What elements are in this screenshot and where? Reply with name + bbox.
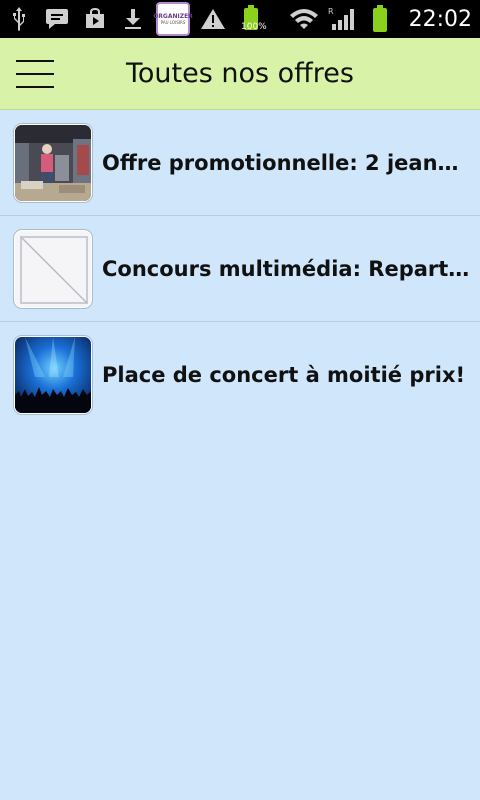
concert-photo-thumbnail	[14, 336, 92, 414]
battery-charging-icon	[232, 0, 270, 38]
wifi-icon	[285, 0, 323, 38]
message-icon	[38, 0, 76, 38]
app-bar: Toutes nos offres	[0, 38, 480, 110]
signal-icon: R	[323, 0, 361, 38]
hamburger-menu-icon[interactable]	[16, 58, 54, 90]
battery-icon	[361, 0, 399, 38]
clock: 22:02	[408, 6, 472, 32]
usb-icon	[0, 0, 38, 38]
status-bar: ORGANIZER PAU LOISIRS 100% R 22:02	[0, 0, 480, 38]
page-title: Toutes nos offres	[126, 58, 354, 89]
list-item-offer-jeans[interactable]: Offre promotionnelle: 2 jeans …	[0, 110, 480, 216]
download-icon	[114, 0, 152, 38]
offer-title: Place de concert à moitié prix!	[102, 363, 466, 387]
shop-icon	[76, 0, 114, 38]
svg-text:R: R	[328, 7, 334, 16]
list-item-offer-concert[interactable]: Place de concert à moitié prix!	[0, 322, 480, 428]
store-photo-thumbnail	[14, 123, 92, 202]
list-item-offer-concours[interactable]: Concours multimédia: Reparte…	[0, 216, 480, 322]
battery-percent-label: 100%	[241, 22, 267, 32]
offers-list: Offre promotionnelle: 2 jeans … Concours…	[0, 110, 480, 428]
placeholder-image-thumbnail	[14, 229, 92, 308]
offer-title: Offre promotionnelle: 2 jeans …	[102, 150, 470, 175]
warning-icon	[194, 0, 232, 38]
app-thumbnail-icon: ORGANIZER PAU LOISIRS	[153, 2, 193, 36]
offer-title: Concours multimédia: Reparte…	[102, 256, 470, 281]
